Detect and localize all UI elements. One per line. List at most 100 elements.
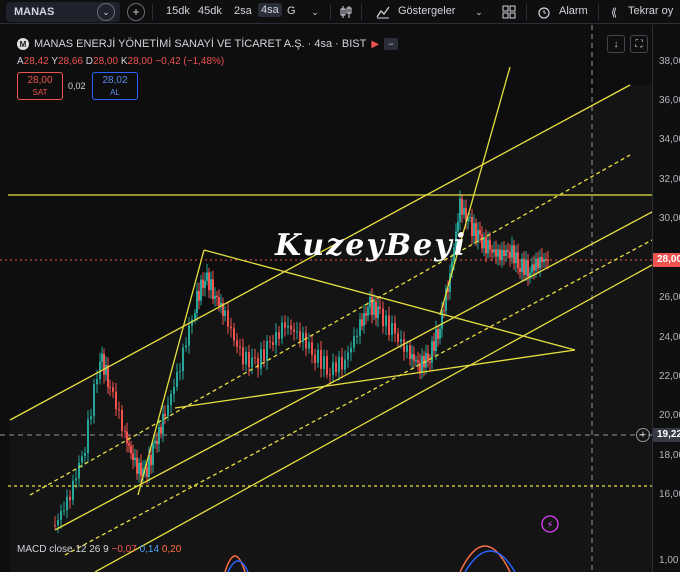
candle-body bbox=[485, 237, 487, 254]
candle-body bbox=[308, 342, 310, 349]
candle-body bbox=[101, 353, 103, 362]
candle-body bbox=[227, 310, 229, 327]
candle-body bbox=[275, 332, 277, 345]
candle-body bbox=[236, 340, 238, 347]
candle-body bbox=[233, 328, 235, 341]
chevron-down-icon[interactable]: ⌄ bbox=[470, 3, 488, 21]
candle-body bbox=[188, 325, 190, 346]
candle-body bbox=[397, 333, 399, 342]
timeframe-15dk[interactable]: 15dk bbox=[166, 5, 190, 17]
sell-button[interactable]: 28,00 SAT bbox=[17, 72, 63, 100]
candle-body bbox=[537, 258, 539, 269]
candle-body bbox=[206, 272, 208, 281]
candle-body bbox=[320, 350, 322, 369]
candle-body bbox=[527, 260, 529, 277]
candle-body bbox=[415, 360, 417, 362]
candle-body bbox=[63, 510, 65, 512]
candle-body bbox=[515, 252, 517, 264]
layout-grid-icon[interactable] bbox=[500, 3, 518, 21]
indicators-icon[interactable] bbox=[374, 3, 392, 21]
price-tick: 22,00 bbox=[659, 371, 680, 382]
alarm-clock-icon[interactable] bbox=[535, 3, 553, 21]
candle-body bbox=[533, 264, 535, 271]
current-price-tag: 28,00 bbox=[653, 253, 680, 267]
candle-body bbox=[218, 297, 220, 307]
candle-body bbox=[93, 384, 95, 417]
candle-body bbox=[541, 256, 543, 263]
candle-body bbox=[471, 217, 473, 236]
candle-body bbox=[248, 352, 250, 368]
candle-body bbox=[473, 223, 475, 236]
candle-body bbox=[505, 250, 507, 257]
price-tick: 30,00 bbox=[659, 213, 680, 224]
candle-body bbox=[196, 291, 198, 313]
candle-body bbox=[523, 258, 525, 275]
collapse-icon[interactable]: − bbox=[384, 38, 399, 50]
price-tick: 38,00 bbox=[659, 56, 680, 67]
buy-button[interactable]: 28,02 AL bbox=[92, 72, 138, 100]
price-axis[interactable]: 38,00 36,00 34,00 32,00 30,00 26,00 24,0… bbox=[652, 25, 680, 572]
price-tick: 34,00 bbox=[659, 134, 680, 145]
scroll-down-icon[interactable]: ↓ bbox=[607, 35, 625, 53]
indicators-button[interactable]: Göstergeler bbox=[398, 5, 455, 17]
candle-body bbox=[350, 347, 352, 353]
candle-body bbox=[431, 341, 433, 363]
candle-body bbox=[409, 345, 411, 359]
candle-body bbox=[204, 280, 206, 288]
candle-body bbox=[299, 331, 301, 342]
candle-body bbox=[132, 453, 134, 460]
legend-title: M MANAS ENERJİ YÖNETİMİ SANAYİ VE TİCARE… bbox=[17, 38, 399, 50]
compare-icon[interactable]: ⌄ bbox=[97, 3, 115, 21]
candle-body bbox=[433, 341, 435, 351]
timeframe-g[interactable]: G bbox=[287, 5, 296, 17]
candle-body bbox=[84, 452, 86, 457]
candle-body bbox=[406, 345, 408, 352]
chart-pane[interactable]: ⚡ bbox=[0, 25, 653, 572]
chevron-down-icon[interactable]: ⌄ bbox=[306, 3, 324, 21]
candle-body bbox=[254, 357, 256, 359]
candle-body bbox=[72, 480, 74, 501]
price-tick: 20,00 bbox=[659, 410, 680, 421]
candle-body bbox=[421, 355, 423, 373]
flag-icon[interactable]: ▶ bbox=[371, 39, 379, 50]
candle-body bbox=[435, 329, 437, 351]
candle-body bbox=[356, 335, 358, 337]
candle-body bbox=[156, 440, 158, 445]
timeframe-4sa[interactable]: 4sa bbox=[258, 3, 282, 17]
divider bbox=[526, 4, 527, 20]
candle-body bbox=[202, 279, 204, 288]
timeframe-2sa[interactable]: 2sa bbox=[234, 5, 252, 17]
candle-body bbox=[305, 332, 307, 349]
candle-body bbox=[136, 457, 138, 474]
candle-body bbox=[118, 409, 120, 411]
replay-button[interactable]: Tekrar oy bbox=[628, 5, 673, 17]
candle-body bbox=[198, 291, 200, 301]
candle-body bbox=[531, 264, 533, 273]
add-symbol-icon[interactable]: + bbox=[127, 3, 145, 21]
candle-body bbox=[377, 306, 379, 319]
candle-body bbox=[481, 234, 483, 249]
candle-body bbox=[371, 297, 373, 315]
candle-body bbox=[109, 386, 111, 388]
candle-body bbox=[437, 329, 439, 339]
buy-price: 28,02 bbox=[102, 75, 128, 86]
candle-body bbox=[475, 223, 477, 242]
replay-icon[interactable]: ⟪ bbox=[605, 3, 623, 21]
alarm-button[interactable]: Alarm bbox=[559, 5, 588, 17]
fullscreen-icon[interactable]: ⛶ bbox=[630, 35, 648, 53]
candle-body bbox=[344, 359, 346, 370]
symbol-logo: M bbox=[17, 38, 29, 50]
candle-body bbox=[103, 353, 105, 375]
candle-body bbox=[194, 312, 196, 320]
candle-body bbox=[332, 362, 334, 375]
timeframe-45dk[interactable]: 45dk bbox=[198, 5, 222, 17]
add-plus-icon[interactable]: + bbox=[636, 428, 650, 442]
candle-body bbox=[90, 416, 92, 420]
price-tick: 16,00 bbox=[659, 489, 680, 500]
candle-body bbox=[290, 325, 292, 330]
price-chart: ⚡ bbox=[0, 25, 653, 572]
candle-type-icon[interactable] bbox=[337, 3, 355, 21]
sell-price: 28,00 bbox=[27, 75, 53, 86]
price-tick: 26,00 bbox=[659, 292, 680, 303]
candle-body bbox=[260, 349, 262, 369]
